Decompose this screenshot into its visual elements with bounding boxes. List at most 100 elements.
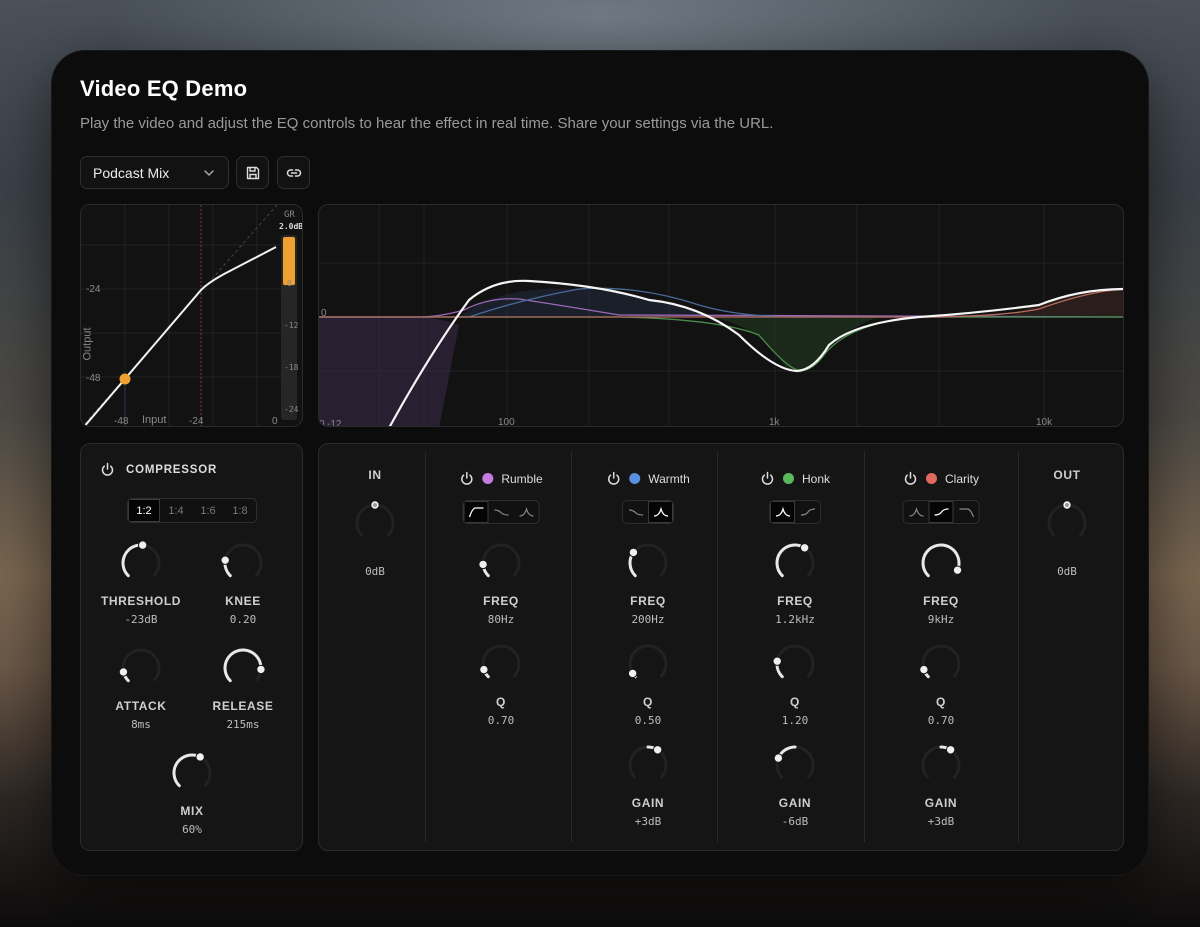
knob-handle[interactable] — [628, 547, 639, 558]
honk-q-knob[interactable] — [773, 642, 817, 686]
knob-handle[interactable] — [119, 667, 129, 677]
knob-handle[interactable] — [773, 656, 782, 666]
clarity-freq-value: 9kHz — [927, 613, 955, 626]
ratio-option[interactable]: 1:8 — [224, 499, 256, 522]
freq-label: FREQ — [777, 594, 813, 608]
knob-handle[interactable] — [652, 745, 663, 755]
ratio-option[interactable]: 1:4 — [160, 499, 192, 522]
shelf-filter-icon[interactable] — [489, 501, 514, 523]
band-clarity-header: Clarity — [903, 471, 979, 486]
input-gain-knob[interactable] — [353, 501, 397, 545]
band-color-dot — [782, 473, 794, 484]
knob-handle[interactable] — [952, 565, 963, 575]
link-icon — [286, 168, 301, 177]
preset-select[interactable]: Podcast Mix — [80, 156, 229, 189]
bell-filter-icon[interactable] — [770, 501, 795, 523]
knob-handle[interactable] — [137, 541, 148, 550]
warmth-freq-value: 200Hz — [631, 613, 665, 626]
knob-handle[interactable] — [945, 745, 956, 755]
app-window: Video EQ Demo Play the video and adjust … — [51, 50, 1149, 876]
power-icon[interactable] — [760, 471, 775, 486]
gain-label: GAIN — [631, 796, 665, 810]
output-gain-knob[interactable] — [1045, 501, 1089, 545]
honk-freq-value: 1.2kHz — [775, 613, 815, 626]
q-label: Q — [496, 695, 506, 709]
power-icon[interactable] — [903, 471, 918, 486]
rumble-q-knob[interactable] — [479, 642, 523, 686]
honk-gain-value: -6dB — [781, 815, 809, 828]
band-name: Clarity — [944, 471, 980, 486]
gain-label: GAIN — [778, 796, 812, 810]
ratio-option[interactable]: 1:2 — [128, 499, 160, 522]
shelf-filter-icon[interactable] — [795, 501, 820, 523]
honk-freq-knob[interactable] — [773, 541, 817, 585]
clarity-q-knob[interactable] — [919, 642, 963, 686]
ratio-selector[interactable]: 1:2 1:4 1:6 1:8 — [127, 498, 257, 523]
knob-value-arc — [223, 648, 263, 683]
lowpass-filter-icon[interactable] — [954, 501, 979, 523]
release-knob[interactable] — [221, 646, 265, 690]
honk-gain-knob[interactable] — [773, 743, 817, 787]
filter-type-selector[interactable] — [622, 500, 674, 524]
threshold-knob[interactable] — [119, 541, 163, 585]
q-label: Q — [936, 695, 946, 709]
eq-response-graph[interactable]: 0 0 -12 100 1k 10k — [318, 204, 1124, 427]
freq-label: FREQ — [483, 594, 519, 608]
gr-meter-fill — [283, 237, 295, 286]
divider — [425, 452, 426, 842]
band-color-dot — [925, 473, 937, 484]
knob-value-arc — [121, 543, 145, 578]
filter-type-selector[interactable] — [902, 500, 980, 524]
warmth-curve — [319, 287, 1123, 318]
filter-type-selector[interactable] — [769, 500, 821, 524]
bell-filter-icon[interactable] — [648, 501, 673, 523]
knob-handle[interactable] — [221, 555, 230, 565]
knob-handle[interactable] — [195, 752, 205, 762]
power-icon[interactable] — [100, 462, 115, 477]
knob-track — [223, 543, 263, 577]
attack-knob[interactable] — [119, 646, 163, 690]
clarity-q-value: 0.70 — [927, 714, 955, 727]
freq-label: FREQ — [923, 594, 959, 608]
rumble-freq-knob[interactable] — [479, 541, 523, 585]
bell-filter-icon[interactable] — [514, 501, 539, 523]
knob-handle[interactable] — [919, 664, 929, 675]
knob-handle[interactable] — [479, 664, 489, 675]
band-name: Honk — [801, 471, 831, 486]
warmth-q-knob[interactable] — [626, 642, 670, 686]
band-honk-header: Honk — [760, 471, 830, 486]
warmth-gain-knob[interactable] — [626, 743, 670, 787]
clarity-freq-knob[interactable] — [919, 541, 963, 585]
shelf-filter-icon[interactable] — [928, 501, 954, 523]
clarity-fill — [1009, 289, 1123, 317]
gr-tick: -18 — [284, 363, 299, 372]
band-name: Rumble — [501, 471, 543, 486]
knob-handle[interactable] — [799, 543, 810, 553]
copy-link-button[interactable] — [277, 156, 310, 189]
knob-handle[interactable] — [479, 559, 488, 570]
highpass-filter-icon[interactable] — [463, 501, 489, 523]
eq-x-tick: 10k — [1036, 417, 1053, 427]
save-icon — [246, 166, 259, 179]
knee-knob[interactable] — [221, 541, 265, 585]
power-icon[interactable] — [606, 471, 621, 486]
save-button[interactable] — [236, 156, 269, 189]
shelf-filter-icon[interactable] — [623, 501, 648, 523]
band-color-dot — [629, 473, 641, 484]
eq-bands-panel: IN 0dB OUT 0dB Rumble FREQ 80Hz Q 0.70 W… — [318, 443, 1124, 851]
bell-filter-icon[interactable] — [904, 501, 929, 523]
warmth-q-value: 0.50 — [634, 714, 662, 727]
knob-handle[interactable] — [773, 753, 784, 763]
knob-track — [775, 644, 815, 678]
ratio-option[interactable]: 1:6 — [192, 499, 224, 522]
filter-type-selector[interactable] — [462, 500, 540, 524]
mix-knob[interactable] — [170, 751, 214, 795]
y-axis-label: Output — [81, 327, 94, 361]
knob-handle[interactable] — [627, 668, 638, 679]
clarity-gain-knob[interactable] — [919, 743, 963, 787]
knob-handle[interactable] — [256, 664, 265, 675]
power-icon[interactable] — [459, 471, 474, 486]
warmth-freq-knob[interactable] — [626, 541, 670, 585]
knob-track — [481, 543, 521, 577]
input-gain-value: 0dB — [365, 565, 385, 578]
